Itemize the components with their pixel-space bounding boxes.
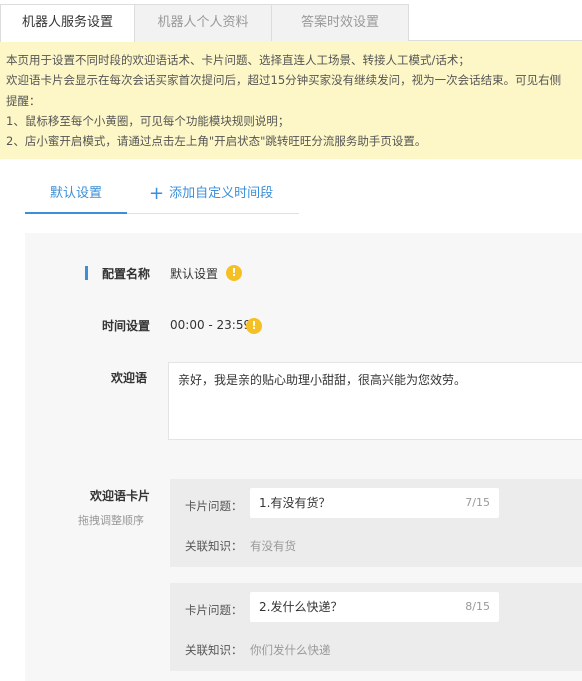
drag-sort-hint: 拖拽调整顺序 <box>78 514 144 527</box>
card-knowledge-value[interactable]: 有没有货 <box>250 538 296 554</box>
warning-icon[interactable]: ! <box>246 318 262 334</box>
greeting-cards-label: 欢迎语卡片 <box>90 489 151 503</box>
card-question-text: 1.有没有货？ <box>259 496 331 510</box>
card-question-label: 卡片问题： <box>185 603 243 617</box>
notice-line: 本页用于设置不同时段的欢迎语话术、卡片问题、选择直连人工场景、转接人工模式/话术… <box>6 53 470 67</box>
warning-icon[interactable]: ! <box>226 265 242 281</box>
card-question-input[interactable]: 2.发什么快递？ 8/15 <box>250 592 499 622</box>
config-name-value: 默认设置 <box>170 267 219 281</box>
char-count: 8/15 <box>465 600 490 613</box>
greeting-card[interactable]: 卡片问题： 1.有没有货？ 7/15 关联知识： 有没有货 <box>170 479 582 567</box>
notice-banner: 本页用于设置不同时段的欢迎语话术、卡片问题、选择直连人工场景、转接人工模式/话术… <box>0 41 582 159</box>
card-knowledge-label: 关联知识： <box>185 643 243 657</box>
notice-line: 2、店小蜜开启模式，请通过点击左上角"开启状态"跳转旺旺分流服务助手页设置。 <box>6 134 427 149</box>
top-tabs: 机器人服务设置 机器人个人资料 答案时效设置 <box>0 0 582 42</box>
notice-line: 提醒： <box>6 93 41 108</box>
add-custom-period-button[interactable]: + 添加自定义时间段 <box>149 174 273 214</box>
tab-robot-service-settings[interactable]: 机器人服务设置 <box>0 4 135 42</box>
plus-icon: + <box>149 183 165 204</box>
notice-line: 1、鼠标移至每个小黄圈，可见每个功能模块规则说明； <box>6 113 290 128</box>
config-panel: 配置名称 默认设置 ! 时间设置 00:00 - 23:59 ! 欢迎语 亲好，… <box>25 233 582 681</box>
card-knowledge-label: 关联知识： <box>185 539 243 553</box>
greeting-card[interactable]: 卡片问题： 2.发什么快递？ 8/15 关联知识： 你们发什么快递 <box>170 583 582 671</box>
notice-line: 欢迎语卡片会显示在每次会话买家首次提问后，超过15分钟买家没有继续发问，视为一次… <box>6 73 562 88</box>
tab-answer-validity-settings[interactable]: 答案时效设置 <box>271 4 409 41</box>
card-question-label: 卡片问题： <box>185 499 243 513</box>
char-count: 7/15 <box>465 496 490 509</box>
time-period-tabs: 默认设置 + 添加自定义时间段 <box>25 174 299 214</box>
add-custom-period-label: 添加自定义时间段 <box>169 186 274 201</box>
greeting-textarea[interactable]: 亲好，我是亲的贴心助理小甜甜，很高兴能为您效劳。 <box>168 362 582 440</box>
card-question-text: 2.发什么快递？ <box>259 600 343 614</box>
section-marker <box>85 266 88 280</box>
time-setting-label: 时间设置 <box>102 319 151 333</box>
tab-robot-profile[interactable]: 机器人个人资料 <box>134 4 272 41</box>
tab-default-settings[interactable]: 默认设置 <box>25 174 127 214</box>
config-name-label: 配置名称 <box>102 267 151 281</box>
card-knowledge-value[interactable]: 你们发什么快递 <box>250 642 331 658</box>
time-setting-value[interactable]: 00:00 - 23:59 <box>170 318 251 332</box>
card-question-input[interactable]: 1.有没有货？ 7/15 <box>250 488 499 518</box>
greeting-label: 欢迎语 <box>111 371 148 385</box>
